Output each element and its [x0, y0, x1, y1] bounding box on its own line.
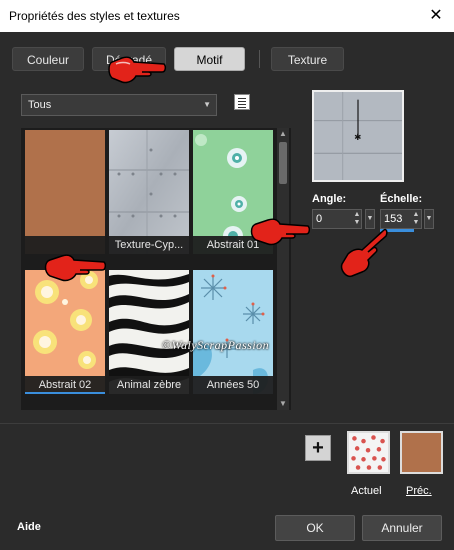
angle-label: Angle: [312, 193, 347, 205]
svg-text:✱: ✱ [354, 133, 361, 143]
category-dropdown[interactable]: Tous ▼ [21, 94, 217, 116]
scale-dropdown-icon[interactable]: ▼ [424, 209, 434, 229]
pattern-tile-texture-cyp[interactable]: Texture-Cyp... [109, 130, 189, 254]
pattern-tile-abstrait-02[interactable]: Abstrait 02 [25, 270, 105, 394]
scale-spinner-icon[interactable]: ▲ ▼ [411, 211, 421, 227]
pattern-tile-brown[interactable] [25, 130, 105, 254]
scale-value: 153 [384, 213, 403, 225]
tab-texture[interactable]: Texture [271, 47, 344, 71]
help-link[interactable]: Aide [17, 521, 41, 533]
pattern-tile-animal-zebre[interactable]: Animal zèbre [109, 270, 189, 394]
pattern-label: Années 50 [193, 376, 273, 394]
pattern-label: Texture-Cyp... [109, 236, 189, 254]
chevron-down-icon: ▼ [203, 100, 211, 109]
divider [0, 423, 454, 424]
selection-underline [25, 392, 105, 394]
watermark-text: ©WalyScrapPassion [162, 338, 270, 352]
previous-label: Préc. [406, 485, 432, 497]
tab-separator [259, 50, 260, 68]
scroll-up-icon[interactable]: ▲ [277, 128, 289, 140]
red-pointer-hand-icon [44, 254, 106, 282]
ok-button[interactable]: OK [275, 515, 355, 541]
red-pointer-hand-icon [108, 56, 167, 84]
pattern-label: Animal zèbre [109, 376, 189, 394]
close-icon[interactable]: ✕ [424, 4, 448, 28]
red-pointer-hand-icon [340, 228, 388, 278]
angle-value: 0 [316, 213, 323, 225]
tab-motif[interactable]: Motif [174, 47, 245, 71]
list-view-icon[interactable] [234, 94, 250, 110]
texture-preview: ✱ [312, 90, 404, 182]
window-title: Propriétés des styles et textures [9, 9, 180, 23]
title-bar: Propriétés des styles et textures ✕ [0, 0, 454, 33]
cancel-button[interactable]: Annuler [362, 515, 442, 541]
angle-spinner-icon[interactable]: ▲ ▼ [352, 211, 362, 227]
category-dropdown-value: Tous [28, 99, 52, 111]
tab-bar: Couleur Dégradé Motif Texture [0, 32, 454, 92]
scroll-thumb[interactable] [279, 142, 287, 184]
scale-label: Échelle: [380, 193, 423, 205]
pattern-scrollbar[interactable]: ▲ ▼ [277, 128, 289, 410]
pattern-tile-annees-50[interactable]: Années 50 [193, 270, 273, 394]
current-label: Actuel [351, 485, 382, 497]
previous-swatch[interactable] [400, 431, 443, 474]
red-pointer-hand-icon [250, 218, 310, 246]
scroll-down-icon[interactable]: ▼ [277, 398, 289, 410]
tab-couleur[interactable]: Couleur [12, 47, 84, 71]
add-swatch-button[interactable]: + [305, 435, 331, 461]
current-swatch[interactable] [347, 431, 390, 474]
